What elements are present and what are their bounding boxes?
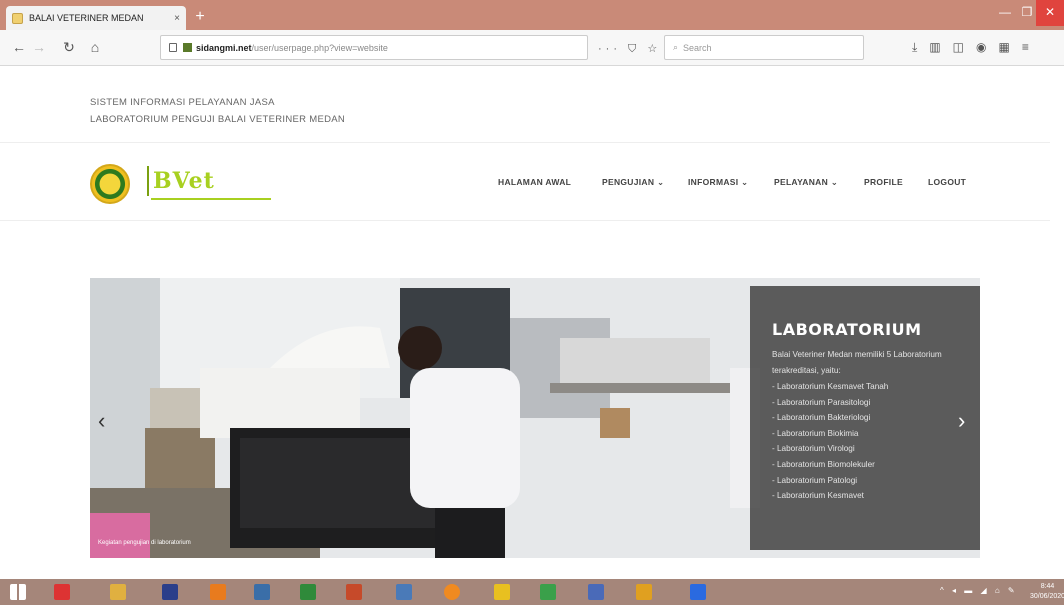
address-bar[interactable]: sidangmi.net /user/userpage.php?view=web… — [160, 35, 588, 60]
taskbar-app-icon[interactable] — [540, 584, 556, 600]
excel-icon[interactable] — [300, 584, 316, 600]
nav-logout[interactable]: LOGOUT — [928, 177, 966, 187]
caption-title: LABORATORIUM — [772, 320, 922, 339]
vlc-icon[interactable] — [210, 584, 226, 600]
site-header-text: SISTEM INFORMASI PELAYANAN JASA LABORATO… — [90, 94, 345, 128]
lab-item: - Laboratorium Patologi — [772, 475, 858, 485]
lab-list: - Laboratorium Kesmavet Tanah - Laborato… — [772, 379, 960, 504]
taskbar-app-icon[interactable] — [396, 584, 412, 600]
lab-item: - Laboratorium Virologi — [772, 444, 855, 454]
search-placeholder: Search — [683, 42, 712, 53]
firefox-icon[interactable] — [444, 584, 460, 600]
browser-tab[interactable]: BALAI VETERINER MEDAN × — [6, 6, 186, 30]
nav-pelayanan[interactable]: PELAYANAN ⌄ — [774, 177, 838, 188]
taskbar-app-icon[interactable] — [636, 584, 652, 600]
forward-arrow-icon[interactable]: → — [30, 38, 48, 56]
download-icon[interactable]: ⤓ — [912, 40, 929, 54]
home-icon[interactable]: ⌂ — [86, 38, 104, 56]
site-identity-icon — [183, 43, 192, 52]
header-line-2: LABORATORIUM PENGUJI BALAI VETERINER MED… — [90, 114, 346, 125]
taskbar-app-icon[interactable] — [494, 584, 510, 600]
clock-date: 30/06/2020 — [1030, 593, 1064, 600]
url-domain: sidangmi.net — [196, 42, 252, 53]
menu-icon[interactable]: ≡ — [1022, 40, 1041, 54]
header-divider — [0, 142, 1050, 143]
lab-item: - Laboratorium Bakteriologi — [772, 413, 871, 423]
lab-item: - Laboratorium Kesmavet Tanah — [772, 382, 889, 391]
lab-item: - Laboratorium Parasitologi — [772, 397, 871, 407]
vscode-icon[interactable] — [588, 584, 604, 600]
sidebar-icon[interactable]: ◫ — [953, 40, 976, 54]
addon-icon[interactable]: ▦ — [998, 40, 1021, 54]
nav-informasi[interactable]: INFORMASI ⌄ — [688, 177, 748, 188]
logo-underline — [151, 198, 271, 200]
tab-title: BALAI VETERINER MEDAN — [29, 13, 144, 23]
lab-item: - Laboratorium Kesmavet — [772, 491, 864, 501]
slider-prev-icon[interactable]: ‹ — [98, 408, 105, 434]
browser-titlebar: BALAI VETERINER MEDAN × + — ❐ ✕ — [0, 0, 1064, 30]
caption-intro: Balai Veteriner Medan memiliki 5 Laborat… — [772, 350, 942, 375]
taskbar-clock[interactable]: 8:44 30/06/2020 — [1030, 582, 1064, 602]
back-arrow-icon[interactable]: ← — [10, 38, 28, 56]
bvet-logo[interactable]: BVet — [145, 164, 275, 208]
taskbar-app-icon[interactable] — [162, 584, 178, 600]
reload-icon[interactable]: ↻ — [60, 38, 78, 56]
file-explorer-icon[interactable] — [110, 584, 126, 600]
browser-navbar: ← → ↻ ⌂ sidangmi.net /user/userpage.php?… — [0, 30, 1064, 66]
ministry-seal-logo[interactable] — [90, 164, 130, 204]
taskbar-app-icon[interactable] — [54, 584, 70, 600]
new-tab-button[interactable]: + — [191, 8, 209, 26]
tab-close-icon[interactable]: × — [174, 13, 180, 24]
page-info-icon[interactable] — [169, 43, 177, 52]
header-line-1: SISTEM INFORMASI PELAYANAN JASA — [90, 97, 275, 108]
zoom-icon[interactable] — [690, 584, 706, 600]
taskbar-app-icon[interactable] — [254, 584, 270, 600]
search-input[interactable]: ⌕ Search — [664, 35, 864, 60]
windows-start-icon[interactable] — [10, 584, 26, 600]
page-actions-icon[interactable]: ··· ⛉ ☆ — [598, 42, 661, 56]
logo-text: BVet — [153, 168, 215, 194]
nav-halaman-awal[interactable]: HALAMAN AWAL — [498, 177, 571, 187]
search-icon: ⌕ — [673, 42, 679, 52]
extension-icon[interactable]: ◉ — [976, 40, 998, 54]
slider-next-icon[interactable]: › — [958, 408, 965, 434]
clock-time: 8:44 — [1040, 583, 1055, 590]
taskbar-app-icon[interactable] — [346, 584, 362, 600]
slide-caption: LABORATORIUM Balai Veteriner Medan memil… — [750, 286, 980, 550]
photo-credit: Kegiatan pengujian di laboratorium — [98, 540, 191, 546]
url-path: /user/userpage.php?view=website — [251, 42, 388, 53]
close-window-icon[interactable]: ✕ — [1036, 0, 1064, 26]
library-icon[interactable]: ▥ — [929, 40, 952, 54]
nav-profile[interactable]: PROFILE — [864, 177, 903, 187]
hero-slider: ‹ LABORATORIUM Balai Veteriner Medan mem… — [90, 278, 980, 558]
lab-item: - Laboratorium Biokimia — [772, 428, 859, 438]
system-tray-icons[interactable]: ^ ◂ ▬ ◢ ⌂ ✎ — [940, 586, 1018, 595]
nav-pengujian[interactable]: PENGUJIAN ⌄ — [602, 177, 664, 188]
windows-taskbar: ^ ◂ ▬ ◢ ⌂ ✎ 8:44 30/06/2020 — [0, 579, 1064, 605]
toolbar-icons[interactable]: ⤓▥◫◉▦≡ — [912, 40, 1041, 55]
lab-item: - Laboratorium Biomolekuler — [772, 459, 875, 469]
nav-divider — [0, 220, 1050, 221]
site-favicon-icon — [12, 12, 23, 24]
